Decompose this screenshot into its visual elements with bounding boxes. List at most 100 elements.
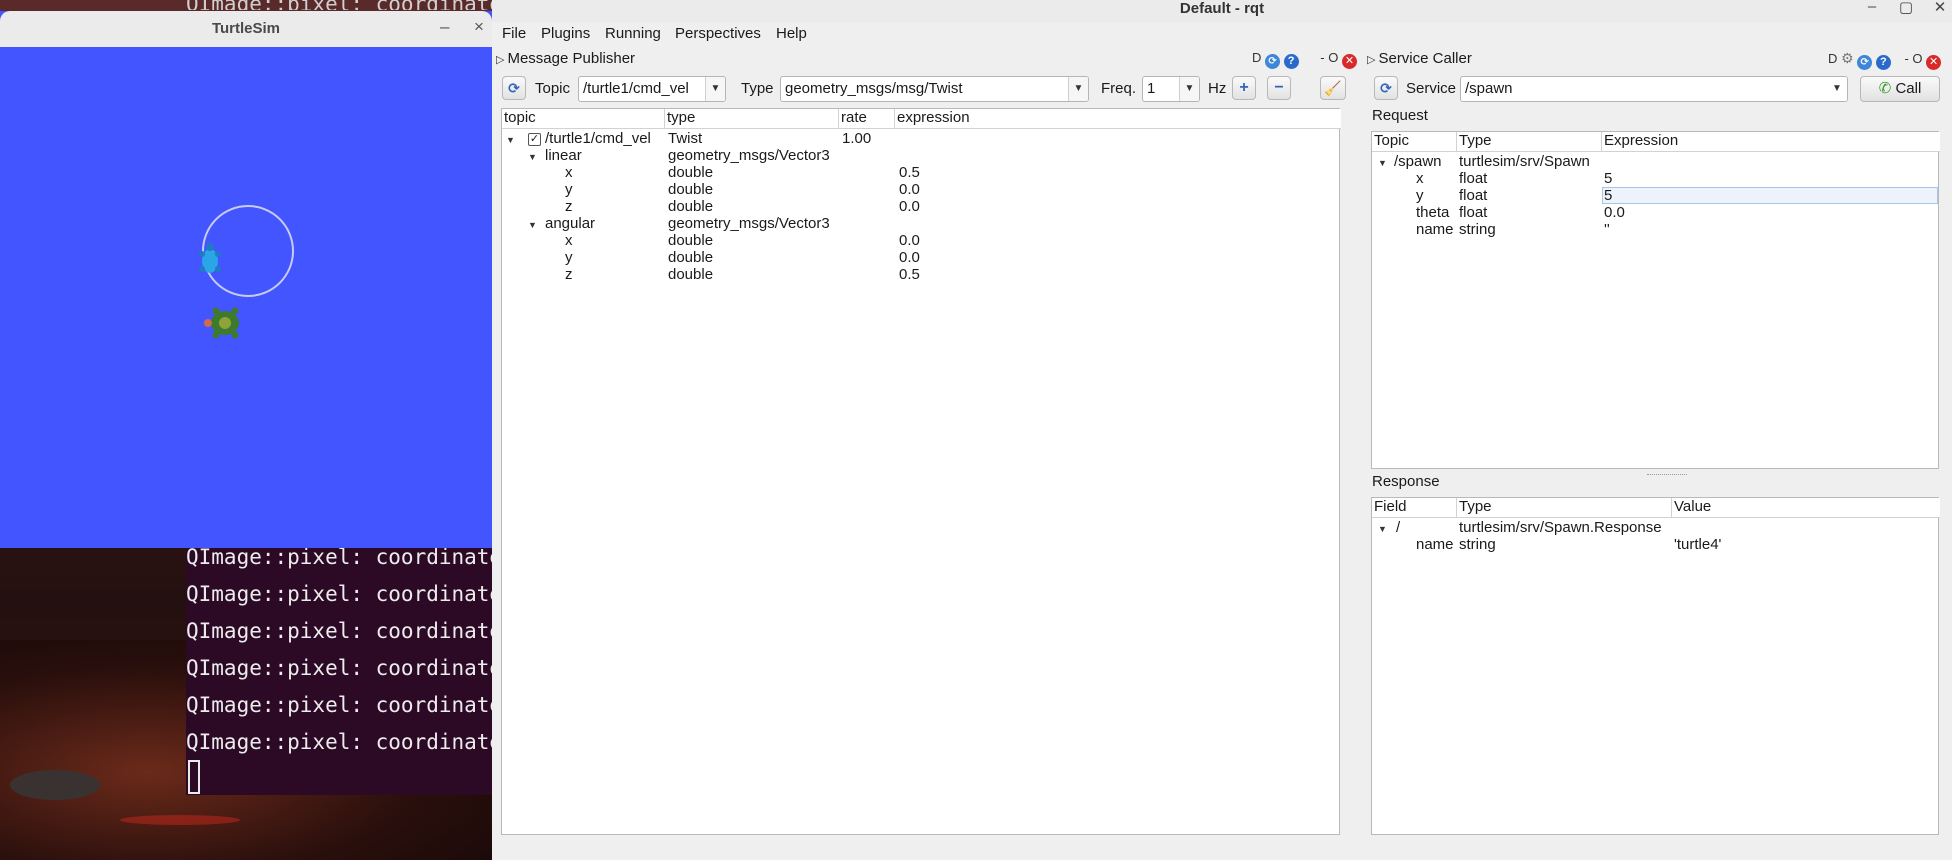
rqt-titlebar[interactable]: Default - rqt – ▢ ✕ [492, 0, 1952, 22]
response-tree[interactable]: Field Type Value ▼ / turtlesim/srv/Spawn… [1371, 497, 1940, 835]
tree-row-type: float [1459, 170, 1488, 187]
column-header-value[interactable]: Value [1672, 498, 1940, 518]
close-plugin-icon[interactable]: ✕ [1926, 55, 1942, 70]
add-publisher-button[interactable]: + [1232, 76, 1256, 100]
tree-row-expression[interactable]: 0.0 [899, 198, 920, 215]
service-combo[interactable]: /spawn ▼ [1460, 76, 1848, 102]
tree-row-expression[interactable]: 5 [1604, 170, 1612, 187]
chevron-down-icon[interactable]: ▼ [1179, 77, 1199, 101]
clear-button[interactable]: 🧹 [1320, 76, 1346, 100]
tree-row-name: x [565, 232, 573, 249]
freq-label: Freq. [1101, 80, 1137, 97]
tree-row-type: string [1459, 221, 1496, 238]
request-tree[interactable]: Topic Type Expression ▼ /spawn turtlesim… [1371, 131, 1940, 469]
terminal-line: QImage::pixel: coordinate [186, 582, 492, 606]
terminal-line-partial: QImage::pixel: coordinate [186, 0, 492, 10]
dock-icon[interactable]: D [1252, 50, 1261, 65]
tree-row-name: name [1416, 221, 1454, 238]
publish-checkbox[interactable]: ✓ [528, 133, 541, 146]
collapse-triangle-icon[interactable]: ▷ [496, 54, 504, 66]
column-header-type[interactable]: Type [1457, 498, 1672, 518]
tree-row-expression[interactable]: '' [1604, 221, 1610, 238]
tree-row-name: linear [545, 147, 582, 164]
reload-icon[interactable]: ⟳ [1857, 55, 1873, 70]
splitter-handle[interactable] [1647, 474, 1687, 476]
tree-row-expression[interactable]: 0.5 [899, 164, 920, 181]
column-header-type[interactable]: Type [1457, 132, 1602, 152]
refresh-topics-button[interactable]: ⟳ [502, 76, 526, 100]
terminal-cursor [188, 760, 200, 794]
service-label: Service [1406, 80, 1457, 97]
chevron-down-icon[interactable]: ▼ [705, 77, 725, 101]
help-icon[interactable]: ? [1875, 55, 1891, 70]
column-header-expression[interactable]: Expression [1602, 132, 1940, 152]
minus-icon: − [1274, 79, 1284, 96]
column-header-topic[interactable]: topic [502, 109, 665, 129]
refresh-icon: ⟳ [508, 80, 520, 96]
chevron-down-icon[interactable]: ▼ [1068, 77, 1088, 101]
turtlesim-titlebar[interactable]: TurtleSim – × [0, 11, 492, 47]
minimize-icon[interactable]: – [440, 17, 449, 37]
freq-combo[interactable]: 1 ▼ [1142, 76, 1200, 102]
help-icon[interactable]: ? [1283, 54, 1299, 69]
type-combo[interactable]: geometry_msgs/msg/Twist ▼ [780, 76, 1089, 102]
column-header-rate[interactable]: rate [839, 109, 895, 129]
expand-arrow-icon[interactable]: ▼ [528, 152, 537, 162]
column-header-expression[interactable]: expression [895, 109, 1341, 129]
collapse-triangle-icon[interactable]: ▷ [1367, 54, 1375, 66]
tree-row-type: double [668, 198, 714, 215]
column-header-type[interactable]: type [665, 109, 839, 129]
close-plugin-icon[interactable]: ✕ [1341, 54, 1357, 69]
tree-row-type: geometry_msgs/Vector3 [668, 147, 830, 164]
tree-row-name: /spawn [1394, 153, 1442, 170]
freq-value: 1 [1147, 80, 1156, 97]
menu-plugins[interactable]: Plugins [541, 25, 590, 42]
minimize-icon[interactable]: – [1860, 0, 1884, 15]
topic-combo[interactable]: /turtle1/cmd_vel ▼ [578, 76, 726, 102]
service-caller-title[interactable]: ▷ Service Caller [1367, 50, 1472, 67]
call-button[interactable]: ✆ Call [1860, 76, 1940, 102]
menu-help[interactable]: Help [776, 25, 807, 42]
column-header-field[interactable]: Field [1372, 498, 1457, 518]
plus-icon: + [1239, 79, 1249, 96]
publisher-tree[interactable]: topic type rate expression ▼ ✓ /turtle1/… [501, 108, 1341, 835]
menu-file[interactable]: File [502, 25, 526, 42]
close-icon[interactable]: × [474, 17, 484, 37]
expand-arrow-icon[interactable]: ▼ [1378, 524, 1387, 534]
tree-row-expression[interactable]: 5 [1604, 187, 1612, 204]
tree-row-value: 'turtle4' [1674, 536, 1722, 553]
gear-icon[interactable]: ⚙ [1841, 50, 1854, 66]
menu-running[interactable]: Running [605, 25, 661, 42]
tree-row-name: y [565, 181, 573, 198]
tree-row-expression[interactable]: 0.5 [899, 266, 920, 283]
dock-icon[interactable]: D [1828, 51, 1837, 66]
refresh-services-button[interactable]: ⟳ [1374, 76, 1398, 100]
call-button-label: Call [1895, 80, 1922, 97]
turtlesim-canvas [199, 205, 294, 339]
tree-row-expression[interactable]: 0.0 [899, 181, 920, 198]
close-icon[interactable]: ✕ [1928, 0, 1952, 16]
tree-row-expression[interactable]: 0.0 [899, 232, 920, 249]
remove-publisher-button[interactable]: − [1267, 76, 1291, 100]
tree-row-expression[interactable]: 0.0 [1604, 204, 1625, 221]
maximize-icon[interactable]: ▢ [1894, 0, 1918, 16]
expand-arrow-icon[interactable]: ▼ [1378, 158, 1387, 168]
minimize-float-text[interactable]: - O [1320, 50, 1338, 65]
tree-row-type: double [668, 266, 714, 283]
chevron-down-icon[interactable]: ▼ [1827, 77, 1847, 101]
minimize-float-text[interactable]: - O [1904, 51, 1922, 66]
message-publisher-title[interactable]: ▷ Message Publisher [496, 50, 635, 67]
column-header-topic[interactable]: Topic [1372, 132, 1457, 152]
expression-edit-field[interactable] [1602, 187, 1938, 204]
menu-perspectives[interactable]: Perspectives [675, 25, 761, 42]
rqt-title: Default - rqt [1179, 0, 1265, 17]
reload-icon[interactable]: ⟳ [1265, 54, 1281, 69]
expand-arrow-icon[interactable]: ▼ [506, 135, 515, 145]
tree-row-expression[interactable]: 0.0 [899, 249, 920, 266]
tree-row-name: theta [1416, 204, 1450, 221]
expand-arrow-icon[interactable]: ▼ [528, 220, 537, 230]
tree-row-name: z [565, 198, 573, 215]
service-value: /spawn [1465, 80, 1513, 97]
terminal-line: QImage::pixel: coordinate [186, 656, 492, 680]
tree-row-rate: 1.00 [842, 130, 872, 147]
